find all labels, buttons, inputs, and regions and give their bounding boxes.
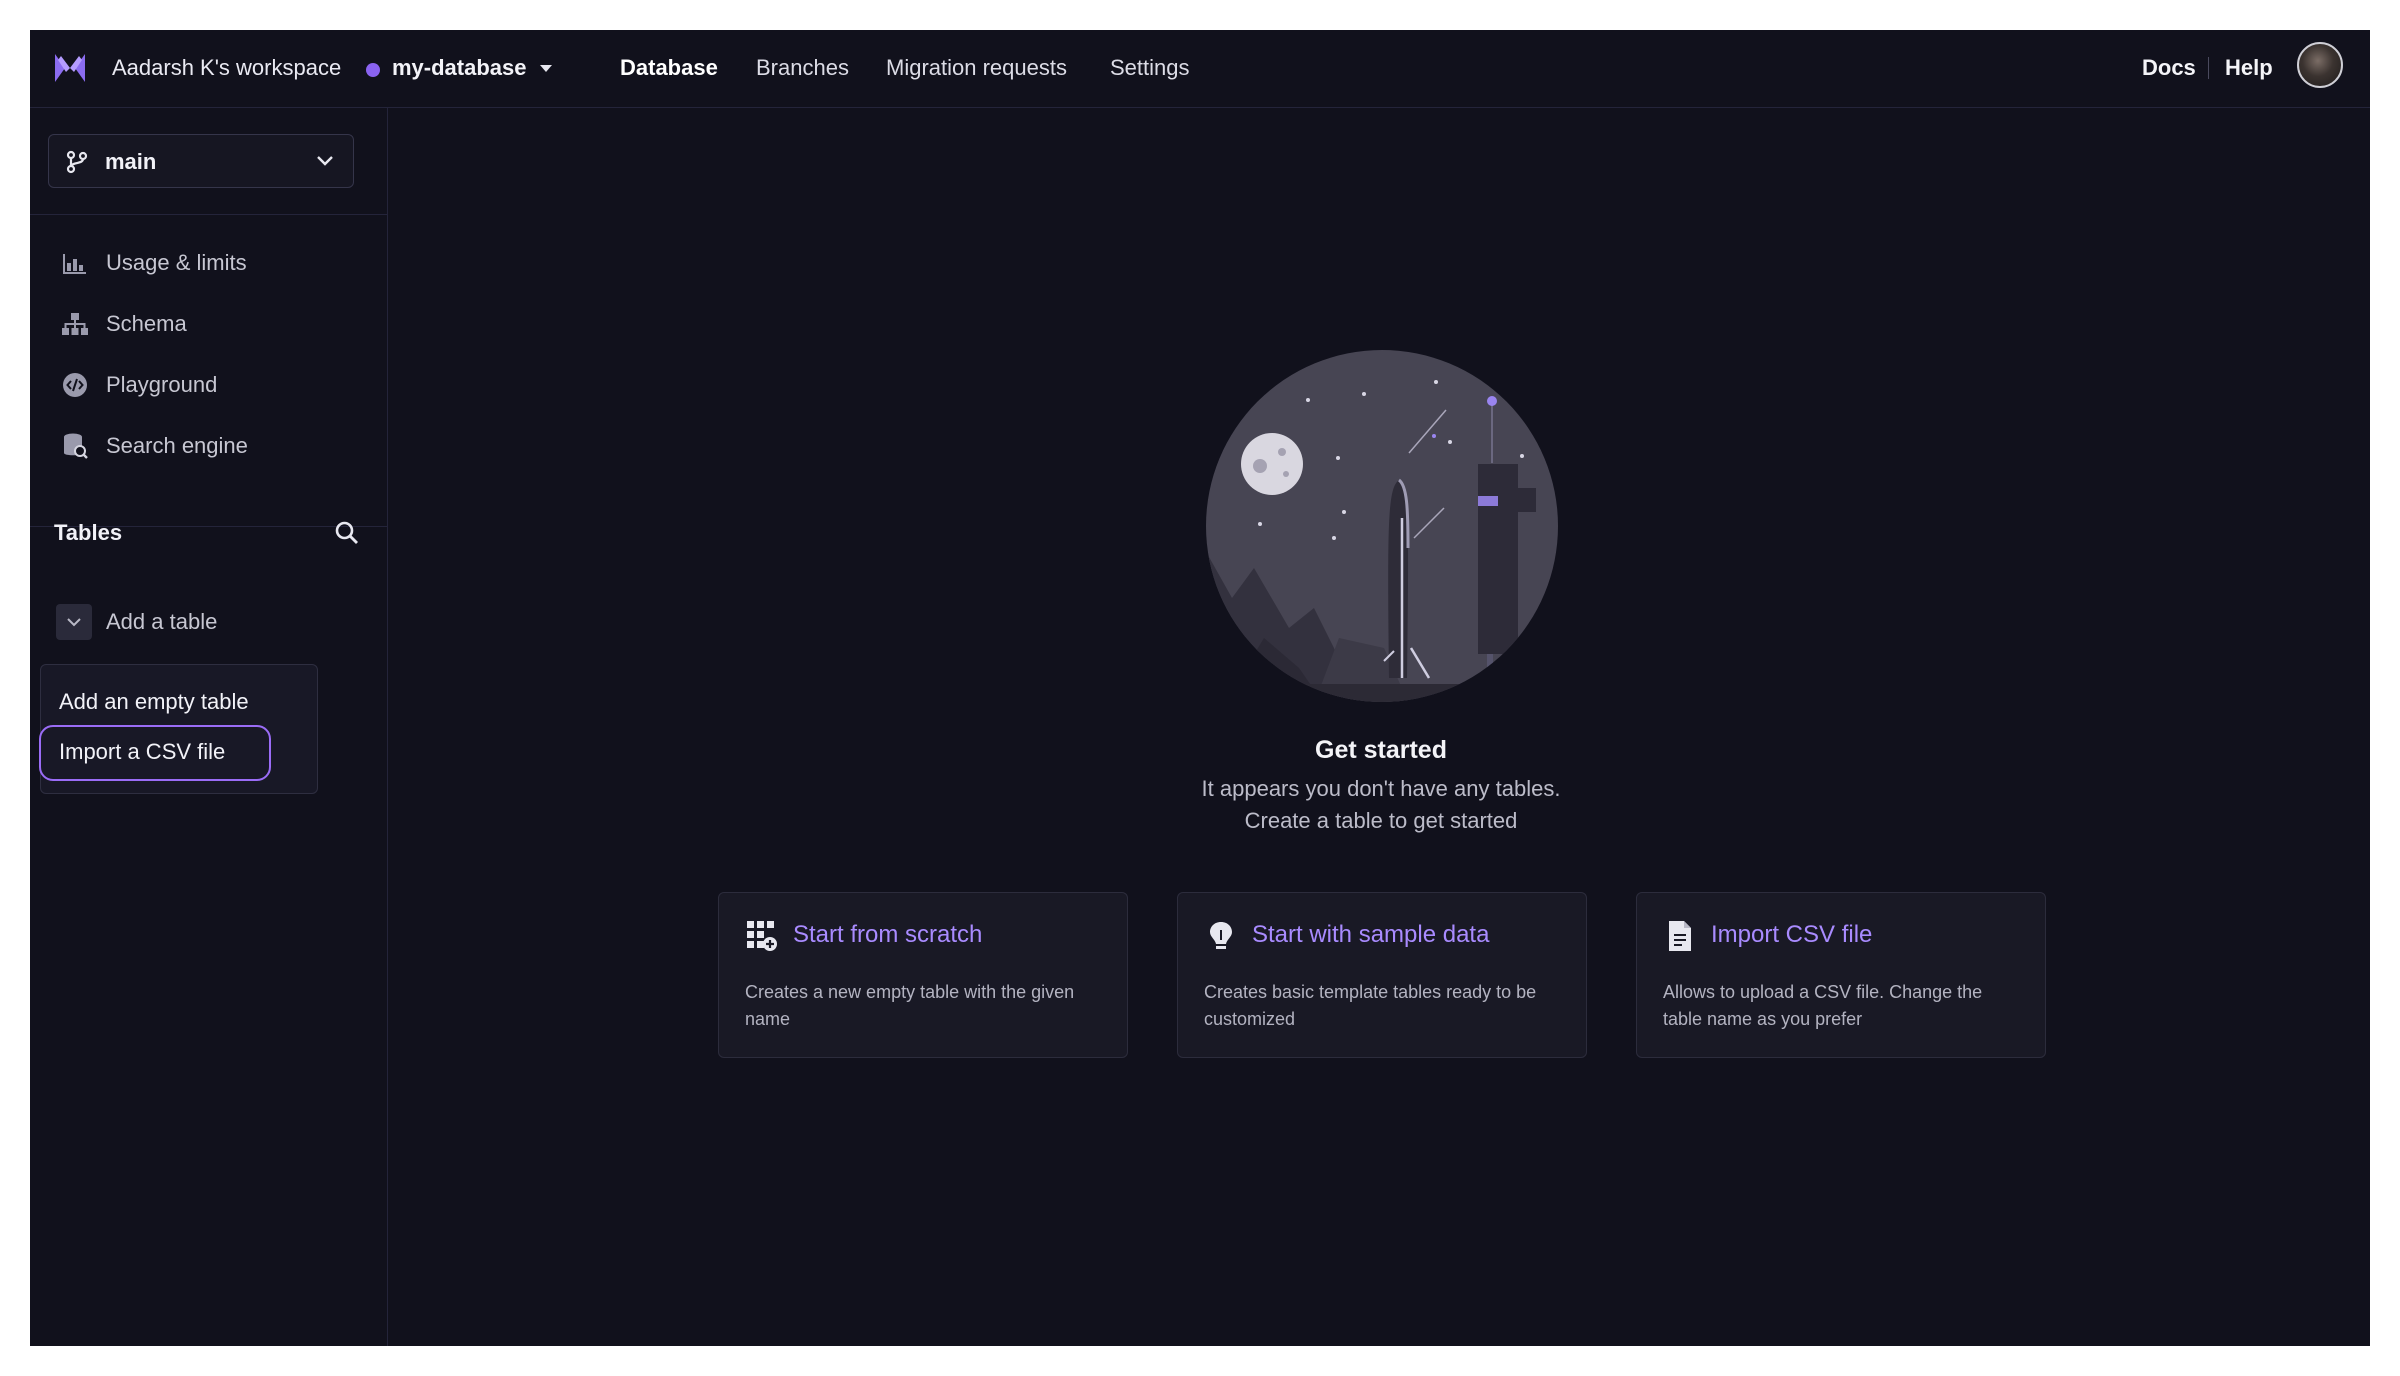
branch-name: main (105, 149, 157, 174)
search-icon[interactable] (334, 520, 360, 546)
start-with-sample-data-card[interactable]: Start with sample data Creates basic tem… (1177, 892, 1587, 1058)
tab-settings[interactable]: Settings (1110, 55, 1190, 81)
sidebar-item-label: Search engine (106, 433, 248, 458)
import-csv-card[interactable]: Import CSV file Allows to upload a CSV f… (1636, 892, 2046, 1058)
add-table-menu: Add an empty table Import a CSV file (39, 664, 318, 794)
file-icon (1663, 919, 1697, 953)
sidebar-divider (30, 214, 387, 215)
table-add-icon (745, 919, 779, 953)
database-selector[interactable]: my-database (392, 55, 527, 81)
tab-database[interactable]: Database (620, 55, 718, 81)
workspace-name[interactable]: Aadarsh K's workspace (112, 55, 341, 81)
empty-state-subtext: Create a table to get started (1244, 808, 1518, 833)
tab-branches[interactable]: Branches (756, 55, 849, 81)
tab-migration-requests[interactable]: Migration requests (886, 55, 1067, 81)
nav-divider (2208, 57, 2209, 79)
database-status-dot (366, 63, 380, 77)
caret-down-icon[interactable] (540, 65, 552, 72)
add-table-button[interactable]: Add a table (56, 604, 217, 640)
card-description: Allows to upload a CSV file. Change the … (1663, 982, 1983, 1029)
xata-logo-icon[interactable] (52, 50, 88, 86)
user-avatar[interactable] (2297, 42, 2343, 88)
docs-link[interactable]: Docs (2142, 55, 2196, 81)
chevron-down-icon (56, 604, 92, 640)
card-description: Creates basic template tables ready to b… (1204, 982, 1537, 1029)
sidebar-item-usage-limits[interactable]: Usage & limits (60, 243, 247, 283)
get-started-title: Get started (1315, 736, 1447, 764)
git-branch-icon (66, 150, 88, 174)
sidebar-item-label: Schema (106, 311, 187, 336)
bar-chart-icon (60, 248, 90, 278)
sidebar: main Usage & limits Schema Playground Se… (30, 108, 388, 1346)
start-from-scratch-card[interactable]: Start from scratch Creates a new empty t… (718, 892, 1128, 1058)
chevron-down-icon (317, 156, 333, 166)
rocket-launch-illustration (1206, 350, 1558, 702)
sidebar-item-label: Usage & limits (106, 250, 247, 275)
sidebar-item-schema[interactable]: Schema (60, 304, 187, 344)
add-table-label: Add a table (106, 609, 218, 634)
tables-section-title: Tables (54, 520, 123, 545)
lightbulb-icon (1204, 919, 1238, 953)
sidebar-item-search-engine[interactable]: Search engine (60, 426, 248, 466)
card-title: Start with sample data (1252, 921, 1490, 948)
app-window: Aadarsh K's workspace my-database Databa… (30, 30, 2370, 1346)
help-link[interactable]: Help (2225, 55, 2273, 81)
branch-selector[interactable]: main (48, 134, 354, 188)
schema-tree-icon (60, 309, 90, 339)
top-navigation-bar: Aadarsh K's workspace my-database Databa… (30, 30, 2370, 108)
menu-item-add-empty-table[interactable]: Add an empty table (59, 689, 249, 715)
sidebar-item-label: Playground (106, 372, 218, 397)
code-circle-icon (60, 370, 90, 400)
sidebar-item-playground[interactable]: Playground (60, 365, 217, 405)
database-search-icon (60, 431, 90, 461)
empty-state-text: It appears you don't have any tables. (1201, 776, 1561, 801)
card-title: Import CSV file (1711, 921, 1873, 948)
card-description: Creates a new empty table with the given… (745, 982, 1075, 1029)
card-title: Start from scratch (793, 921, 983, 948)
